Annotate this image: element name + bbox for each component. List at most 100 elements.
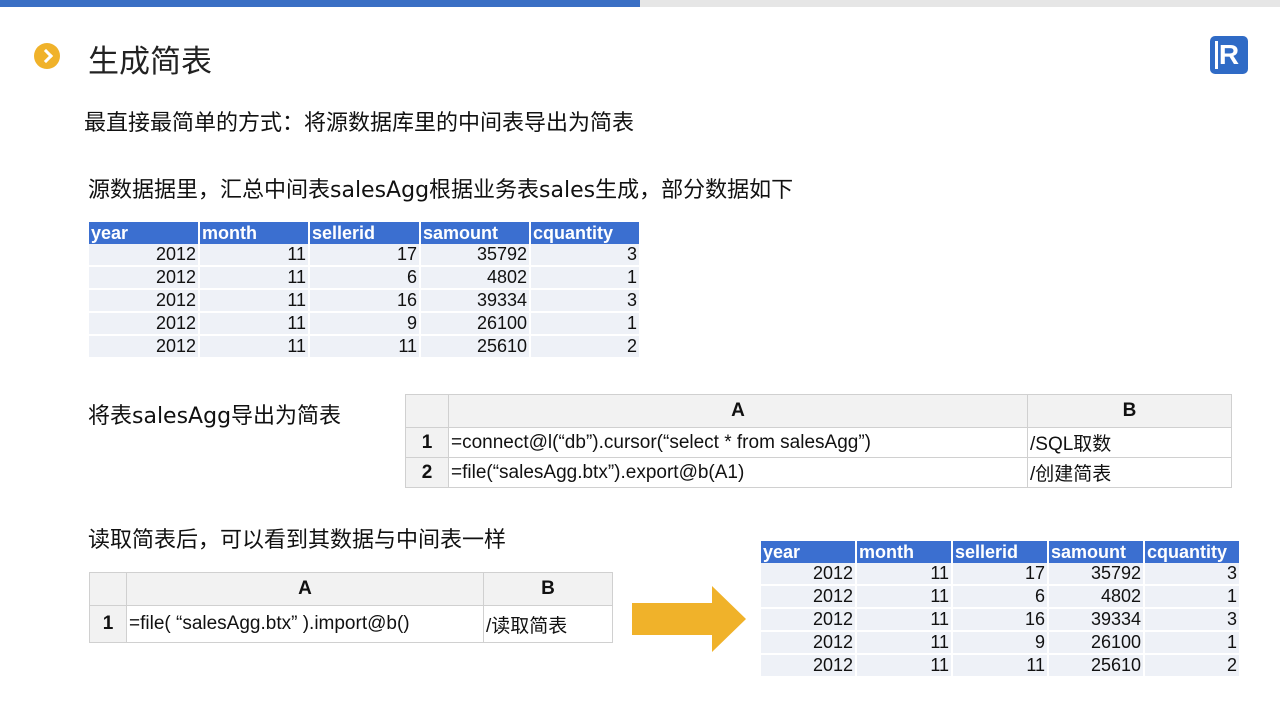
intro-text: 最直接最简单的方式：将源数据库里的中间表导出为简表 — [84, 111, 635, 136]
column-header-a[interactable]: A — [448, 394, 1028, 428]
row-number[interactable]: 1 — [89, 605, 127, 643]
table-cell: 11 — [952, 654, 1049, 678]
comment-cell[interactable]: /读取简表 — [483, 605, 613, 643]
table-cell: 2012 — [761, 654, 857, 678]
source-description: 源数据据里，汇总中间表salesAgg根据业务表sales生成，部分数据如下 — [88, 178, 794, 203]
table-row: 2012 11 9 26100 1 — [89, 312, 641, 336]
code-cell[interactable]: =file( “salesAgg.btx” ).import@b() — [126, 605, 484, 643]
table-cell: 25610 — [1048, 654, 1145, 678]
export-description: 将表salesAgg导出为简表 — [88, 404, 342, 429]
column-header-b[interactable]: B — [483, 572, 613, 606]
table-cell: 11 — [199, 266, 310, 290]
read-description: 读取简表后，可以看到其数据与中间表一样 — [88, 528, 507, 553]
comment-cell[interactable]: /SQL取数 — [1027, 427, 1232, 458]
table-cell: 3 — [1144, 608, 1241, 632]
table-cell: 9 — [952, 631, 1049, 655]
table-cell: 16 — [952, 608, 1049, 632]
grid-row: 2 =file(“salesAgg.btx”).export@b(A1) /创建… — [405, 457, 1232, 488]
table-cell: 3 — [530, 244, 641, 267]
table-cell: 11 — [856, 654, 953, 678]
table-cell: 26100 — [1048, 631, 1145, 655]
table-cell: 2012 — [761, 631, 857, 655]
table-cell: 39334 — [1048, 608, 1145, 632]
table-cell: 17 — [309, 244, 421, 267]
table-cell: 39334 — [420, 289, 531, 313]
table-cell: 11 — [856, 585, 953, 609]
table-cell: 2012 — [761, 608, 857, 632]
table-cell: 1 — [530, 266, 641, 290]
table-cell: 2012 — [89, 289, 200, 313]
code-cell[interactable]: =file(“salesAgg.btx”).export@b(A1) — [448, 457, 1028, 488]
logo-icon: R — [1210, 36, 1248, 74]
table-cell: 2012 — [89, 244, 200, 267]
progress-bar — [0, 0, 1280, 7]
table-cell: 16 — [309, 289, 421, 313]
table-cell: 4802 — [420, 266, 531, 290]
grid-row: 1 =file( “salesAgg.btx” ).import@b() /读取… — [89, 605, 613, 643]
table-cell: 2 — [1144, 654, 1241, 678]
table-cell: 1 — [530, 312, 641, 336]
column-header: month — [199, 222, 310, 244]
column-header: month — [856, 541, 953, 563]
table-cell: 35792 — [420, 244, 531, 267]
column-header-a[interactable]: A — [126, 572, 484, 606]
table-cell: 25610 — [420, 335, 531, 359]
table-row: 2012 11 11 25610 2 — [761, 654, 1241, 678]
table-cell: 6 — [309, 266, 421, 290]
table-cell: 2012 — [761, 585, 857, 609]
chevron-right-icon — [34, 43, 60, 69]
table-cell: 4802 — [1048, 585, 1145, 609]
table-cell: 3 — [1144, 563, 1241, 586]
table-cell: 17 — [952, 563, 1049, 586]
table-cell: 11 — [199, 312, 310, 336]
result-table: year month sellerid samount cquantity 20… — [761, 541, 1241, 678]
table-cell: 11 — [309, 335, 421, 359]
table-cell: 35792 — [1048, 563, 1145, 586]
table-cell: 1 — [1144, 631, 1241, 655]
table-cell: 3 — [530, 289, 641, 313]
column-header: cquantity — [1144, 541, 1241, 563]
grid-row: 1 =connect@l(“db”).cursor(“select * from… — [405, 427, 1232, 458]
table-row: 2012 11 16 39334 3 — [89, 289, 641, 313]
table-cell: 2012 — [89, 266, 200, 290]
table-cell: 11 — [199, 244, 310, 267]
row-number[interactable]: 1 — [405, 427, 449, 458]
table-row: 2012 11 6 4802 1 — [89, 266, 641, 290]
table-cell: 11 — [199, 335, 310, 359]
table-cell: 11 — [199, 289, 310, 313]
table-cell: 11 — [856, 631, 953, 655]
column-header: sellerid — [309, 222, 421, 244]
table-cell: 6 — [952, 585, 1049, 609]
row-number[interactable]: 2 — [405, 457, 449, 488]
column-header: year — [89, 222, 200, 244]
table-cell: 11 — [856, 563, 953, 586]
column-header: year — [761, 541, 857, 563]
table-cell: 2012 — [89, 312, 200, 336]
column-header: cquantity — [530, 222, 641, 244]
table-row: 2012 11 16 39334 3 — [761, 608, 1241, 632]
table-row: 2012 11 9 26100 1 — [761, 631, 1241, 655]
column-header: sellerid — [952, 541, 1049, 563]
corner-cell — [89, 572, 127, 606]
arrow-right-icon — [632, 586, 746, 652]
table-row: 2012 11 17 35792 3 — [761, 563, 1241, 586]
table-row: 2012 11 17 35792 3 — [89, 244, 641, 267]
table-cell: 9 — [309, 312, 421, 336]
import-code-grid: A B 1 =file( “salesAgg.btx” ).import@b()… — [89, 572, 613, 643]
corner-cell — [405, 394, 449, 428]
code-cell[interactable]: =connect@l(“db”).cursor(“select * from s… — [448, 427, 1028, 458]
column-header-b[interactable]: B — [1027, 394, 1232, 428]
table-row: 2012 11 6 4802 1 — [761, 585, 1241, 609]
table-row: 2012 11 11 25610 2 — [89, 335, 641, 359]
export-code-grid: A B 1 =connect@l(“db”).cursor(“select * … — [405, 394, 1232, 488]
source-table: year month sellerid samount cquantity 20… — [89, 222, 641, 359]
column-header: samount — [1048, 541, 1145, 563]
table-cell: 2012 — [761, 563, 857, 586]
page-title: 生成简表 — [88, 44, 212, 80]
table-cell: 2012 — [89, 335, 200, 359]
table-cell: 2 — [530, 335, 641, 359]
comment-cell[interactable]: /创建简表 — [1027, 457, 1232, 488]
table-cell: 11 — [856, 608, 953, 632]
progress-fill — [0, 0, 640, 7]
table-cell: 26100 — [420, 312, 531, 336]
